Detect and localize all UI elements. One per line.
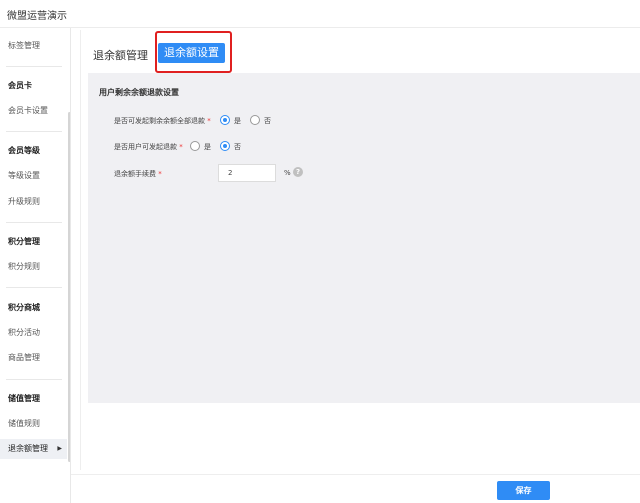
highlight-box [155, 31, 232, 73]
sidebar-item-level-settings[interactable]: 等级设置 [0, 166, 70, 186]
app-title: 微盟运营演示 [7, 11, 67, 22]
sidebar: 标签管理 会员卡 会员卡设置 会员等级 等级设置 升级规则 积分管理 积分规则 … [0, 28, 71, 503]
sidebar-divider [6, 131, 62, 132]
fee-input[interactable] [218, 164, 276, 182]
sidebar-group-member-level: 会员等级 [8, 146, 40, 155]
footer-bar: 保存 [71, 474, 640, 503]
sidebar-item-points-activities[interactable]: 积分活动 [0, 323, 70, 343]
field-label: 是否可发起剩余余额全部退款 * [114, 117, 211, 125]
help-icon[interactable]: ? [293, 167, 303, 177]
sidebar-item-refund-balance-management[interactable]: 退余额管理 ▶ [0, 439, 67, 459]
sidebar-item-member-card-settings[interactable]: 会员卡设置 [0, 101, 70, 121]
radio-user-refund-no[interactable] [220, 141, 230, 151]
radio-full-refund-no[interactable] [250, 115, 260, 125]
panel-title: 用户剩余余额退款设置 [99, 88, 179, 97]
tab-refund-balance-management[interactable]: 退余额管理 [93, 47, 148, 63]
unit-label: % [284, 169, 291, 177]
radio-label: 否 [264, 117, 271, 125]
sidebar-group-points-mall: 积分商城 [8, 303, 40, 312]
sidebar-item-tag-management[interactable]: 标签管理 [0, 36, 70, 56]
sidebar-divider [6, 379, 62, 380]
form-row-user-refund: 是否用户可发起退款 * 是 否 [114, 141, 314, 155]
field-label: 是否用户可发起退款 * [114, 143, 183, 151]
sidebar-group-member-card: 会员卡 [8, 81, 32, 90]
field-label: 退余额手续费 * [114, 170, 162, 178]
radio-user-refund-yes[interactable] [190, 141, 200, 151]
sidebar-item-product-management[interactable]: 商品管理 [0, 348, 70, 368]
settings-panel: 用户剩余余额退款设置 是否可发起剩余余额全部退款 * 是 否 是否用户可发起退款… [88, 73, 640, 403]
main-content: 退余额管理 退余额设置 用户剩余余额退款设置 是否可发起剩余余额全部退款 * 是… [80, 30, 640, 470]
save-button[interactable]: 保存 [497, 481, 550, 500]
sidebar-scrollbar[interactable] [68, 112, 70, 462]
radio-label: 否 [234, 143, 241, 151]
radio-full-refund-yes[interactable] [220, 115, 230, 125]
tab-bar: 退余额管理 退余额设置 [81, 30, 640, 73]
sidebar-group-points-management: 积分管理 [8, 237, 40, 246]
sidebar-divider [6, 287, 62, 288]
sidebar-item-points-rules[interactable]: 积分规则 [0, 257, 70, 277]
sidebar-item-stored-value-rules[interactable]: 储值规则 [0, 414, 70, 434]
radio-label: 是 [234, 117, 241, 125]
sidebar-divider [6, 222, 62, 223]
sidebar-group-stored-value: 储值管理 [8, 394, 40, 403]
top-bar: 微盟运营演示 [0, 0, 640, 28]
sidebar-item-upgrade-rules[interactable]: 升级规则 [0, 192, 70, 212]
form-row-fee: 退余额手续费 * % ? [114, 164, 314, 182]
sidebar-divider [6, 66, 62, 67]
caret-right-icon: ▶ [57, 445, 62, 452]
form-row-full-refund: 是否可发起剩余余额全部退款 * 是 否 [114, 115, 314, 129]
radio-label: 是 [204, 143, 211, 151]
